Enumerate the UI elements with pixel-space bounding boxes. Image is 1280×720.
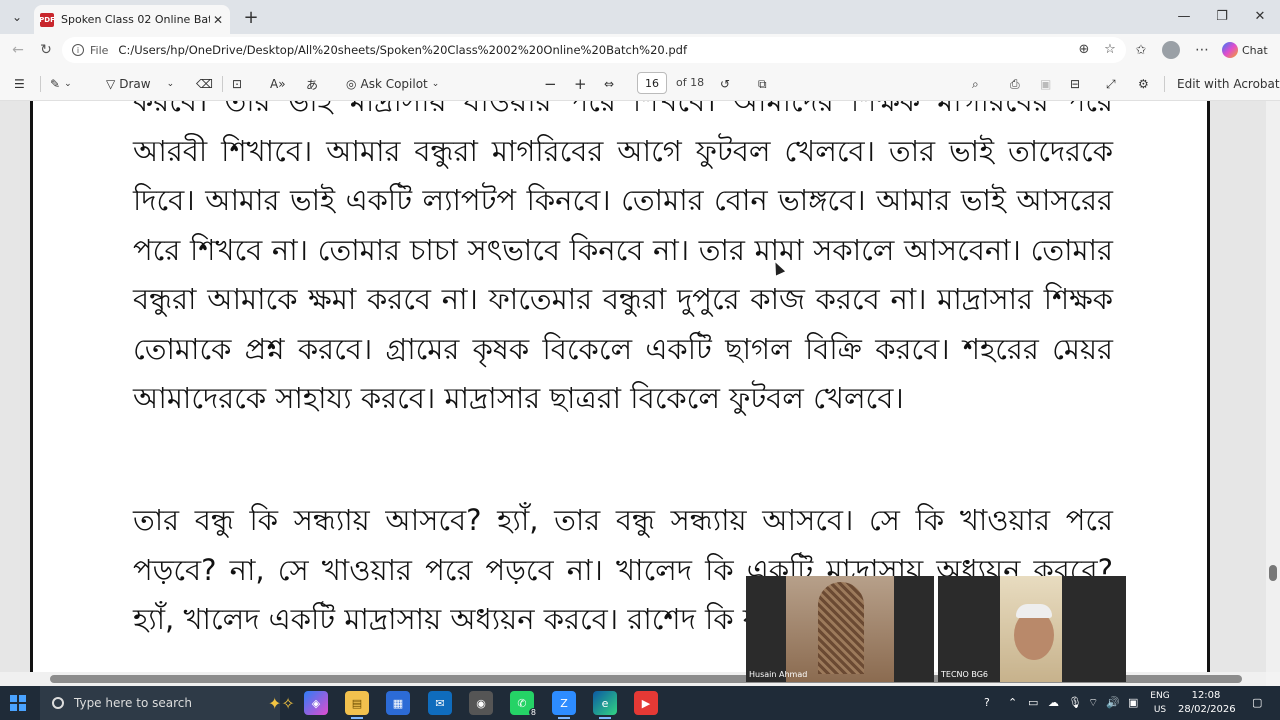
close-tab-icon[interactable]: ✕ bbox=[210, 13, 226, 27]
read-aloud-icon[interactable]: A» bbox=[270, 74, 286, 94]
video-tile-participant-1[interactable]: Husain Ahmad bbox=[746, 576, 934, 682]
zoom-in-icon[interactable]: + bbox=[574, 74, 587, 94]
sparkle-icon: ✦✧ bbox=[268, 694, 295, 713]
toolbar-divider bbox=[222, 76, 223, 92]
language-region: US bbox=[1153, 705, 1167, 715]
video-feed-image bbox=[786, 576, 894, 682]
whatsapp-icon[interactable]: ✆ 8 bbox=[510, 691, 538, 717]
whatsapp-badge: 8 bbox=[528, 708, 538, 717]
paragraph-1: করবে। তার ভাই মাদ্রাসায় যাওয়ার পরে শিখ… bbox=[133, 101, 1113, 415]
tab-actions-chevron-icon[interactable]: ⌄ bbox=[6, 6, 28, 28]
new-tab-plus-icon[interactable]: + bbox=[240, 6, 262, 28]
zoom-out-icon[interactable]: − bbox=[544, 74, 557, 94]
toolbar-divider bbox=[1164, 76, 1165, 92]
camera-icon[interactable]: ◉ bbox=[469, 691, 493, 715]
video-tile-participant-2[interactable]: TECNO BG6 bbox=[938, 576, 1126, 682]
clock-date: 28/02/2026 bbox=[1178, 704, 1236, 715]
display-icon[interactable]: ▣ bbox=[1128, 696, 1138, 709]
search-placeholder: Type here to search bbox=[74, 696, 192, 710]
fullscreen-icon[interactable]: ⤢ bbox=[1106, 74, 1116, 94]
draw-chevron-icon: ⌄ bbox=[166, 79, 175, 89]
clock-time: 12:08 bbox=[1191, 690, 1221, 701]
copilot-icon bbox=[1222, 42, 1238, 58]
language-indicator[interactable]: ENG US bbox=[1148, 689, 1172, 717]
outlook-icon[interactable]: ✉ bbox=[428, 691, 452, 715]
restore-icon[interactable]: ❐ bbox=[1204, 4, 1240, 28]
notifications-icon[interactable]: ▢ bbox=[1252, 696, 1262, 709]
zoom-icon[interactable]: ⊕ bbox=[1076, 41, 1092, 57]
tab-title: Spoken Class 02 Online Batch .pdf bbox=[61, 13, 210, 26]
contents-list-icon[interactable]: ☰ bbox=[14, 74, 25, 94]
text-box-icon[interactable]: ⊡ bbox=[232, 74, 242, 94]
draw-pen-icon: ▽ bbox=[106, 77, 116, 91]
toolbar-divider bbox=[40, 76, 41, 92]
more-options-icon[interactable]: ⋯ bbox=[1192, 40, 1212, 60]
taskbar-search[interactable]: Type here to search ✦✧ bbox=[40, 686, 295, 720]
participant-cap-image bbox=[1016, 604, 1052, 618]
cloud-icon[interactable]: ☁ bbox=[1048, 696, 1059, 709]
participant-name: TECNO BG6 bbox=[941, 670, 988, 679]
tab-pdf[interactable]: PDF Spoken Class 02 Online Batch .pdf ✕ bbox=[34, 5, 230, 34]
url-field[interactable]: i File C:/Users/hp/OneDrive/Desktop/All%… bbox=[62, 37, 1126, 63]
save-icon[interactable]: ▣ bbox=[1040, 74, 1051, 94]
info-icon[interactable]: i bbox=[72, 44, 84, 56]
battery-icon[interactable]: ▭ bbox=[1028, 696, 1038, 709]
rotate-icon[interactable]: ↺ bbox=[720, 74, 730, 94]
windows-start-icon[interactable] bbox=[10, 695, 26, 711]
url-text[interactable]: C:/Users/hp/OneDrive/Desktop/All%20sheet… bbox=[118, 43, 687, 57]
wifi-icon[interactable]: ⌔ bbox=[1088, 696, 1098, 710]
edge-browser-icon[interactable]: e bbox=[593, 691, 617, 719]
fit-width-icon[interactable]: ⇔ bbox=[604, 74, 614, 94]
file-scheme-label: File bbox=[90, 43, 109, 57]
draw-label: Draw bbox=[119, 77, 151, 91]
show-hidden-icons-chevron-icon[interactable]: ⌃ bbox=[1008, 696, 1017, 709]
arch-window-image bbox=[818, 582, 864, 674]
page-number-input[interactable]: 16 bbox=[637, 72, 667, 94]
microphone-icon[interactable]: 🎙 bbox=[1068, 696, 1082, 709]
close-window-icon[interactable]: ✕ bbox=[1242, 4, 1278, 28]
save-as-icon[interactable]: ⊟ bbox=[1070, 74, 1080, 94]
edit-with-acrobat-button[interactable]: Edit with Acrobat bbox=[1177, 74, 1280, 94]
favorites-icon[interactable]: ✩ bbox=[1133, 42, 1149, 58]
youtube-icon[interactable]: ▶ bbox=[634, 691, 658, 715]
pdf-icon: PDF bbox=[39, 12, 55, 27]
chat-label: Chat bbox=[1242, 43, 1268, 57]
translate-icon[interactable]: あ bbox=[306, 74, 318, 94]
minimize-icon[interactable]: — bbox=[1166, 4, 1202, 28]
search-icon bbox=[52, 697, 64, 709]
language-code: ENG bbox=[1150, 691, 1170, 701]
profile-avatar[interactable] bbox=[1162, 41, 1180, 59]
highlight-icon[interactable]: ✎ ⌄ bbox=[50, 74, 72, 94]
windows-taskbar: Type here to search ✦✧ ◈ ▤ ▦ ✉ ◉ ✆ 8 Z e … bbox=[0, 686, 1280, 720]
zoom-app-icon[interactable]: Z bbox=[552, 691, 576, 719]
eraser-icon[interactable]: ⌫ bbox=[196, 74, 213, 94]
address-bar: ← ↻ i File C:/Users/hp/OneDrive/Desktop/… bbox=[0, 34, 1280, 66]
help-icon[interactable]: ? bbox=[984, 696, 990, 709]
print-icon[interactable]: ⎙ bbox=[1010, 74, 1020, 94]
copilot-chat-button[interactable]: Chat bbox=[1222, 40, 1268, 60]
copilot-chevron-icon: ⌄ bbox=[431, 79, 440, 89]
system-clock[interactable]: 12:08 28/02/2026 bbox=[1178, 689, 1236, 717]
title-bar: ⌄ PDF Spoken Class 02 Online Batch .pdf … bbox=[0, 0, 1280, 34]
copilot-small-icon: ◎ bbox=[346, 77, 357, 91]
refresh-icon[interactable]: ↻ bbox=[36, 40, 56, 60]
store-icon[interactable]: ▦ bbox=[386, 691, 410, 715]
vertical-scroll-thumb[interactable] bbox=[1269, 565, 1277, 581]
ask-copilot-button[interactable]: ◎ Ask Copilot ⌄ bbox=[346, 74, 439, 94]
ask-copilot-label: Ask Copilot bbox=[360, 77, 428, 91]
draw-button[interactable]: ▽ Draw ⌄ bbox=[106, 74, 174, 94]
favorite-star-icon[interactable]: ☆ bbox=[1102, 41, 1118, 57]
file-explorer-icon[interactable]: ▤ bbox=[345, 691, 369, 719]
video-feed-image bbox=[1000, 576, 1062, 682]
find-search-icon[interactable]: ⌕ bbox=[972, 74, 979, 94]
page-view-icon[interactable]: ⧉ bbox=[758, 74, 767, 94]
pdf-toolbar: ☰ ✎ ⌄ ▽ Draw ⌄ ⌫ ⊡ A» あ ◎ Ask Copilot ⌄ … bbox=[0, 66, 1280, 101]
volume-icon[interactable]: 🔊 bbox=[1106, 696, 1120, 709]
back-arrow-icon[interactable]: ← bbox=[8, 40, 28, 60]
participant-name: Husain Ahmad bbox=[749, 670, 808, 679]
copilot-app-icon[interactable]: ◈ bbox=[304, 691, 328, 715]
page-total-label: of 18 bbox=[676, 76, 705, 89]
settings-gear-icon[interactable]: ⚙ bbox=[1138, 74, 1149, 94]
vertical-scrollbar[interactable] bbox=[1266, 101, 1280, 672]
